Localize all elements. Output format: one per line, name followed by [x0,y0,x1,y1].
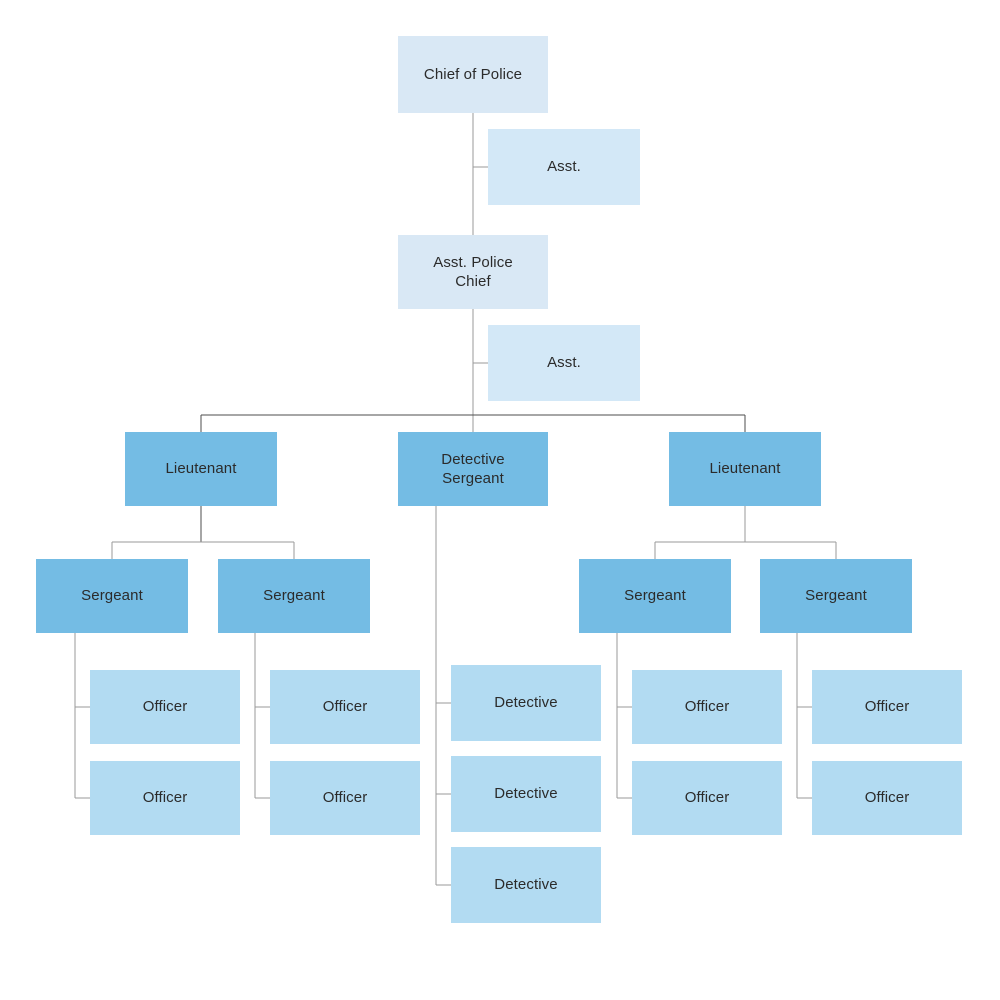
org-node-label: Sergeant [81,587,143,605]
org-node-officer_1[interactable]: Officer [90,670,240,744]
org-node-label: Officer [684,789,730,807]
org-node-detective_2[interactable]: Detective [451,756,601,832]
org-node-label: Officer [322,698,368,716]
org-node-lieutenant_right[interactable]: Lieutenant [669,432,821,506]
org-node-sergeant_1[interactable]: Sergeant [36,559,188,633]
org-node-officer_4[interactable]: Officer [270,761,420,835]
org-node-asst_chief_assistant[interactable]: Asst. [488,325,640,401]
org-node-label: Detective Sergeant [441,450,505,488]
org-node-detective_sergeant[interactable]: Detective Sergeant [398,432,548,506]
org-node-sergeant_4[interactable]: Sergeant [760,559,912,633]
org-node-officer_6[interactable]: Officer [632,761,782,835]
org-node-detective_1[interactable]: Detective [451,665,601,741]
org-node-chief_of_police[interactable]: Chief of Police [398,36,548,113]
org-node-officer_5[interactable]: Officer [632,670,782,744]
org-node-label: Chief of Police [423,65,523,83]
org-node-label: Lieutenant [165,460,237,478]
org-node-label: Detective [494,876,558,894]
org-node-label: Sergeant [624,587,686,605]
org-node-lieutenant_left[interactable]: Lieutenant [125,432,277,506]
org-node-label: Officer [684,698,730,716]
org-node-label: Asst. [547,354,581,372]
org-node-label: Detective [494,785,558,803]
org-node-label: Asst. Police Chief [433,253,513,291]
org-node-label: Detective [494,694,558,712]
org-node-label: Lieutenant [709,460,781,478]
org-node-label: Officer [864,789,910,807]
org-node-label: Officer [142,789,188,807]
org-node-asst_police_chief[interactable]: Asst. Police Chief [398,235,548,309]
org-node-label: Officer [142,698,188,716]
org-node-officer_8[interactable]: Officer [812,761,962,835]
org-chart-canvas: Chief of Police Asst. Asst. Police Chief As… [0,0,1000,1000]
org-node-label: Sergeant [263,587,325,605]
org-node-chief_assistant[interactable]: Asst. [488,129,640,205]
org-node-detective_3[interactable]: Detective [451,847,601,923]
org-node-officer_2[interactable]: Officer [90,761,240,835]
org-node-officer_3[interactable]: Officer [270,670,420,744]
org-node-label: Officer [864,698,910,716]
org-node-label: Officer [322,789,368,807]
org-node-officer_7[interactable]: Officer [812,670,962,744]
org-node-sergeant_3[interactable]: Sergeant [579,559,731,633]
org-node-sergeant_2[interactable]: Sergeant [218,559,370,633]
org-node-label: Sergeant [805,587,867,605]
org-node-label: Asst. [547,158,581,176]
